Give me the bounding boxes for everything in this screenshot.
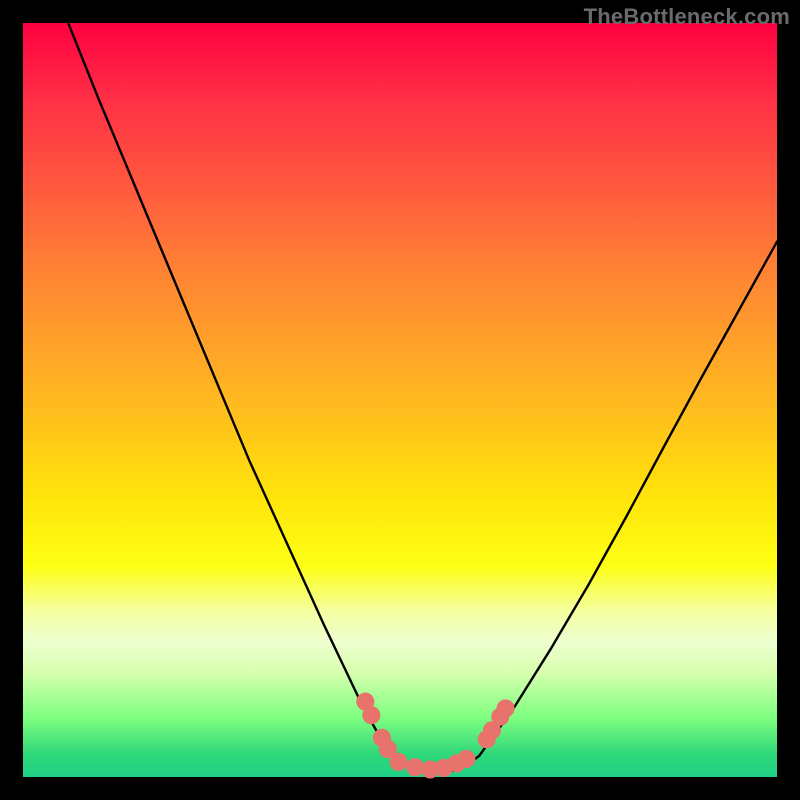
marker-dot (457, 750, 475, 768)
plot-area (23, 23, 777, 777)
curve-right-branch (479, 242, 777, 756)
marker-dot (497, 699, 515, 717)
chart-svg (23, 23, 777, 777)
marker-dot (389, 753, 407, 771)
watermark-text: TheBottleneck.com (584, 4, 790, 30)
curve-layer (68, 23, 777, 773)
curve-left-branch (68, 23, 392, 753)
outer-frame: TheBottleneck.com (0, 0, 800, 800)
marker-dot (362, 706, 380, 724)
marker-layer (356, 693, 514, 779)
